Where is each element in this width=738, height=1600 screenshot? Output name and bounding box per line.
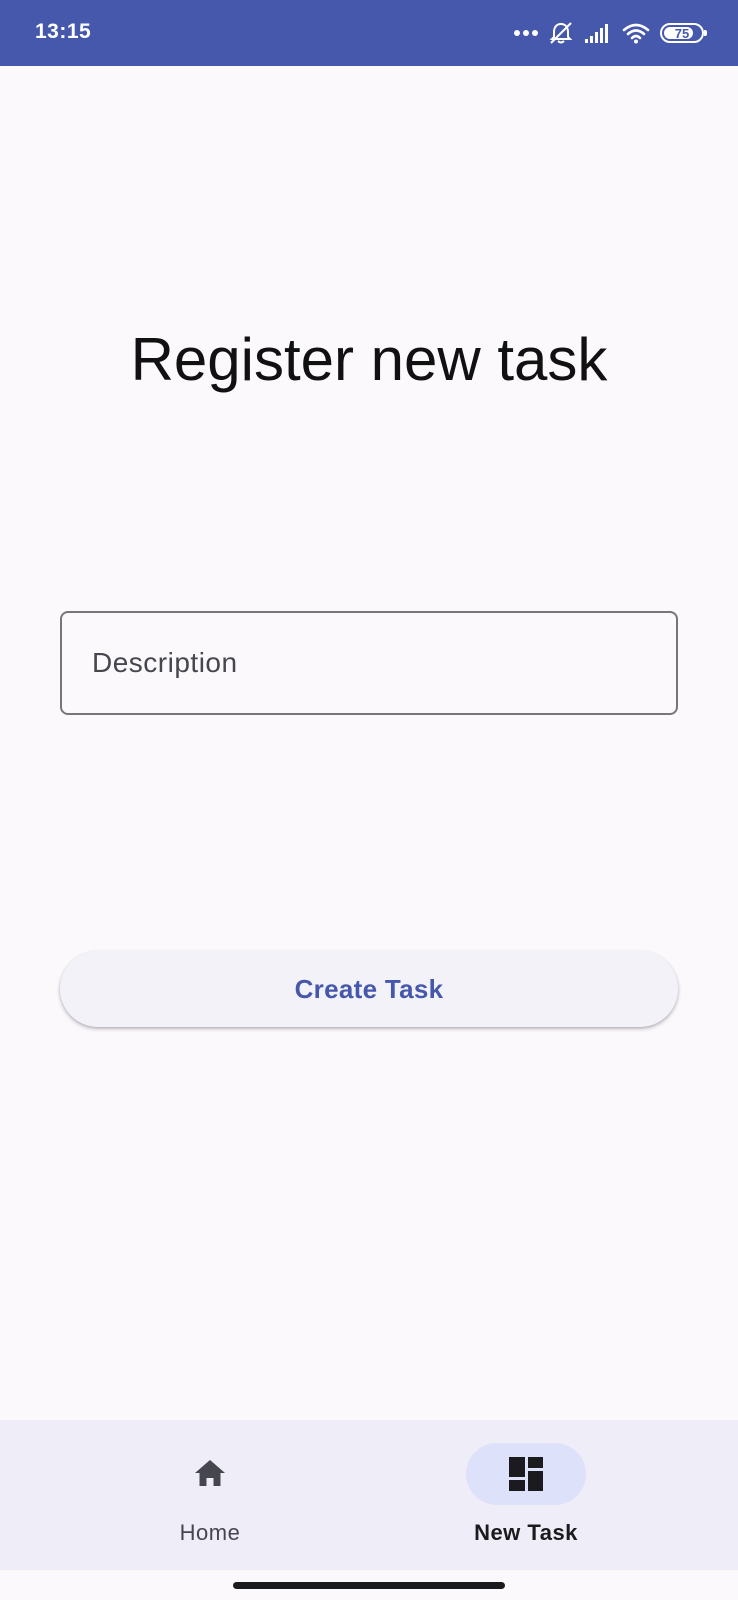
alarm-off-icon [549, 22, 573, 44]
wifi-icon [622, 23, 650, 44]
home-icon [195, 1460, 225, 1486]
nav-item-new-task[interactable]: New Task [369, 1420, 738, 1570]
signal-icon [585, 24, 608, 43]
status-bar: 13:15 75 [0, 0, 738, 66]
nav-label-home: Home [179, 1520, 241, 1545]
status-time: 13:15 [35, 20, 92, 43]
bottom-navigation: Home New Task [0, 1420, 738, 1570]
gesture-bar[interactable] [233, 1582, 505, 1589]
battery-level: 75 [674, 25, 690, 41]
battery-icon: 75 [660, 23, 707, 43]
page-title: Register new task [130, 326, 608, 393]
description-field[interactable] [60, 611, 678, 715]
dashboard-icon [509, 1457, 543, 1491]
status-icons: 75 [514, 18, 707, 48]
nav-item-home[interactable]: Home [0, 1420, 369, 1570]
nav-label-new-task: New Task [474, 1520, 578, 1545]
more-dots-icon [514, 30, 538, 36]
create-task-button[interactable]: Create Task [60, 951, 678, 1027]
